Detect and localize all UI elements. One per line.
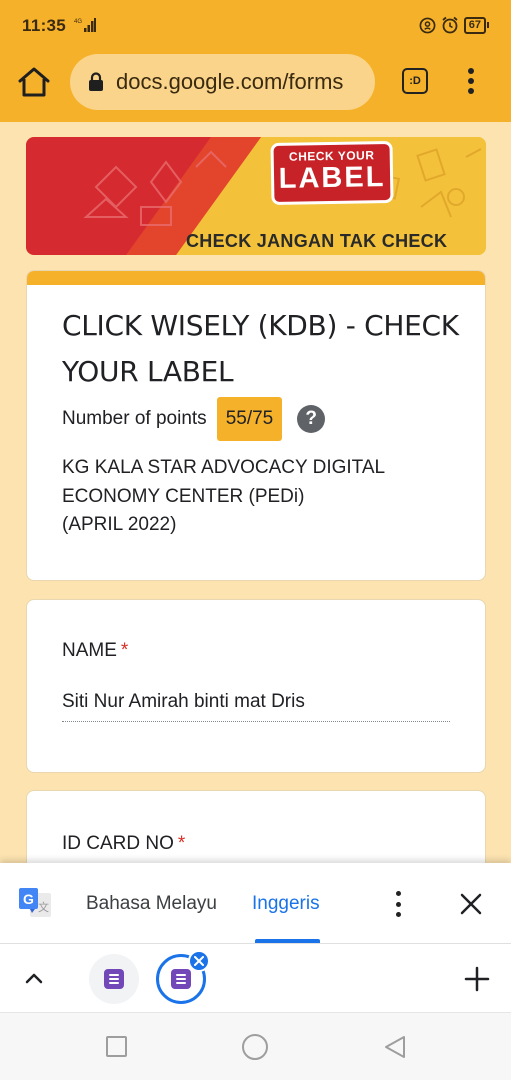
- browser-toolbar: docs.google.com/forms :D: [0, 50, 511, 122]
- source-language-tab[interactable]: Bahasa Melayu: [86, 893, 217, 915]
- description-line: ECONOMY CENTER (PEDi): [62, 485, 305, 507]
- status-icons: 67: [419, 16, 489, 34]
- required-mark: *: [120, 640, 129, 661]
- status-time: 11:35: [22, 16, 67, 35]
- points-row: Number of points 55/75 ?: [62, 397, 326, 441]
- more-vert-icon[interactable]: [393, 891, 403, 917]
- address-bar[interactable]: docs.google.com/forms: [70, 54, 375, 110]
- network-badge: 4G: [74, 19, 82, 25]
- back-icon[interactable]: [383, 1035, 407, 1059]
- tab-switcher-button[interactable]: :D: [402, 68, 428, 94]
- close-icon[interactable]: [458, 891, 484, 917]
- battery-icon: 67: [463, 16, 489, 34]
- question-card-id: ID CARD NO *: [26, 790, 486, 863]
- banner-tagline: CHECK JANGAN TAK CHECK: [186, 231, 448, 251]
- tab-strip: [0, 943, 511, 1012]
- signal-icon: 4G: [74, 18, 96, 32]
- banner-badge-main: LABEL: [278, 161, 386, 195]
- plus-icon[interactable]: [464, 966, 490, 992]
- translate-bar: 文 G Bahasa Melayu Inggeris: [0, 863, 511, 943]
- home-icon[interactable]: [17, 66, 51, 98]
- home-icon[interactable]: [242, 1034, 268, 1060]
- form-title: CLICK WISELY (KDB) - CHECK YOUR LABEL: [62, 309, 459, 388]
- chevron-up-icon[interactable]: [22, 966, 46, 990]
- form-title-card: CLICK WISELY (KDB) - CHECK YOUR LABEL Nu…: [26, 270, 486, 581]
- description-line: KG KALA STAR ADVOCACY DIGITAL: [62, 457, 386, 478]
- question-text: NAME: [62, 640, 117, 661]
- svg-text:G: G: [23, 891, 34, 907]
- alarm-icon: [442, 16, 458, 34]
- form-description: KG KALA STAR ADVOCACY DIGITAL ECONOMY CE…: [62, 454, 462, 540]
- google-translate-icon[interactable]: 文 G: [18, 886, 52, 920]
- question-card-name: NAME * Siti Nur Amirah binti mat Dris: [26, 599, 486, 773]
- points-label: Number of points: [62, 408, 207, 429]
- page-content[interactable]: CHECK YOUR LABEL CHECK JANGAN TAK CHECK …: [0, 122, 511, 863]
- status-bar: 11:35 4G 67: [0, 0, 511, 50]
- question-label: NAME *: [62, 640, 128, 662]
- google-forms-icon: [104, 969, 124, 989]
- form-header-banner: CHECK YOUR LABEL CHECK JANGAN TAK CHECK: [26, 137, 486, 255]
- banner-label-badge: CHECK YOUR LABEL: [270, 140, 394, 206]
- more-vert-icon[interactable]: [460, 66, 482, 96]
- card-accent-bar: [27, 271, 485, 285]
- close-tab-button[interactable]: [188, 950, 210, 972]
- help-icon[interactable]: ?: [297, 405, 326, 433]
- lock-icon: [89, 72, 103, 91]
- vpn-key-icon: [419, 17, 436, 33]
- system-nav-bar: [0, 1012, 511, 1080]
- url-text: docs.google.com/forms: [116, 69, 344, 94]
- target-language-tab[interactable]: Inggeris: [252, 893, 320, 915]
- svg-text:文: 文: [38, 900, 49, 914]
- google-forms-icon: [171, 969, 191, 989]
- required-mark: *: [177, 833, 186, 854]
- name-answer-field[interactable]: Siti Nur Amirah binti mat Dris: [62, 691, 450, 722]
- question-label: ID CARD NO *: [62, 833, 185, 855]
- close-icon: [194, 956, 204, 966]
- tab-thumbnail[interactable]: [89, 954, 139, 1004]
- battery-level: 67: [463, 16, 486, 34]
- question-text: ID CARD NO: [62, 833, 174, 854]
- points-badge: 55/75: [216, 397, 283, 441]
- recents-icon[interactable]: [106, 1036, 127, 1057]
- description-line: (APRIL 2022): [62, 514, 177, 535]
